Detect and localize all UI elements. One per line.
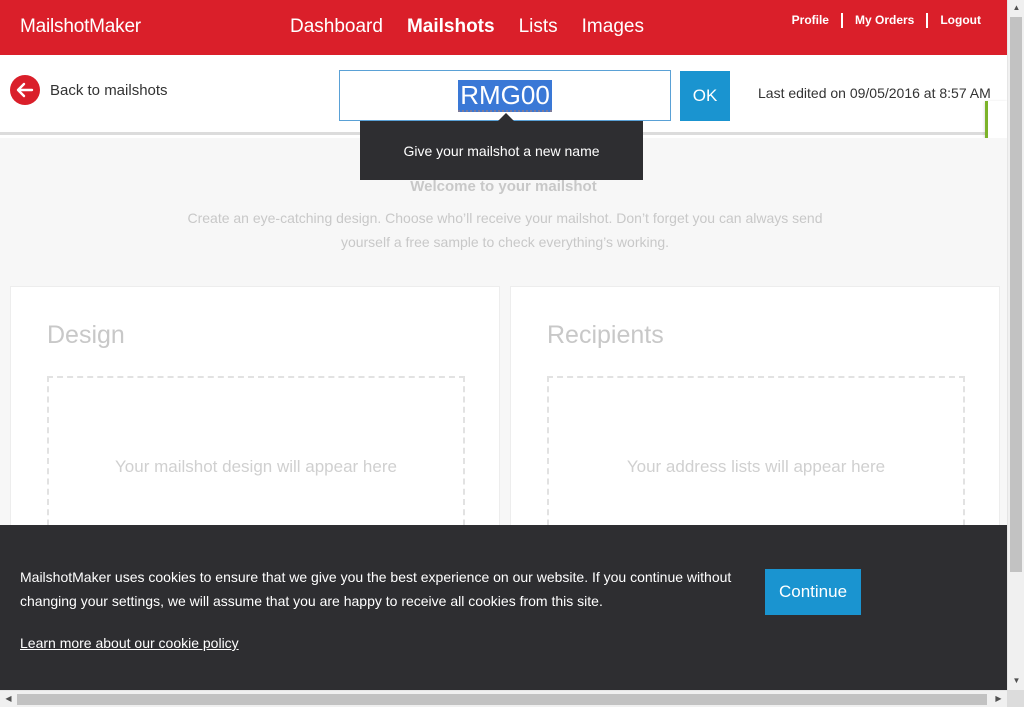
scroll-left-icon[interactable]: ◀: [0, 694, 17, 703]
horizontal-scroll-thumb[interactable]: [17, 694, 987, 705]
scroll-right-icon[interactable]: ▶: [990, 694, 1007, 703]
mailshot-name-value: RMG00: [458, 79, 552, 112]
recipients-placeholder: Your address lists will appear here: [626, 457, 886, 476]
horizontal-scrollbar[interactable]: ◀ ▶: [0, 690, 1007, 707]
main-nav: Dashboard Mailshots Lists Images: [290, 16, 644, 38]
intro-text: Create an eye-catching design. Choose wh…: [187, 210, 823, 250]
vertical-scroll-thumb[interactable]: [1010, 17, 1022, 572]
scrollbar-corner: [1007, 690, 1024, 707]
nav-dashboard[interactable]: Dashboard: [290, 16, 383, 38]
nav-lists[interactable]: Lists: [519, 16, 558, 38]
arrow-left-icon: [10, 75, 40, 105]
scroll-down-icon[interactable]: ▼: [1008, 676, 1024, 685]
my-orders-link[interactable]: My Orders: [840, 13, 926, 28]
profile-link[interactable]: Profile: [780, 13, 841, 28]
recipients-card[interactable]: Recipients Your address lists will appea…: [510, 286, 1000, 546]
cookie-text: MailshotMaker uses cookies to ensure tha…: [20, 569, 732, 609]
logo[interactable]: MailshotMaker: [20, 16, 141, 38]
cookie-policy-link[interactable]: Learn more about our cookie policy: [20, 635, 239, 651]
recipients-title: Recipients: [547, 321, 664, 349]
design-title: Design: [47, 321, 125, 349]
nav-images[interactable]: Images: [582, 16, 644, 38]
back-label: Back to mailshots: [50, 81, 168, 99]
design-placeholder: Your mailshot design will appear here: [115, 457, 397, 476]
recipients-dropzone[interactable]: Your address lists will appear here: [547, 376, 965, 546]
rename-tooltip: Give your mailshot a new name: [360, 113, 643, 180]
back-to-mailshots-link[interactable]: Back to mailshots: [10, 75, 168, 105]
design-dropzone[interactable]: Your mailshot design will appear here: [47, 376, 465, 546]
logout-link[interactable]: Logout: [926, 13, 981, 28]
cookie-banner: MailshotMaker uses cookies to ensure tha…: [0, 525, 1007, 690]
top-header: MailshotMaker Dashboard Mailshots Lists …: [0, 0, 1007, 55]
continue-button[interactable]: Continue: [765, 569, 861, 615]
welcome-heading: Welcome to your mailshot: [410, 178, 597, 195]
scroll-up-icon[interactable]: ▲: [1008, 3, 1024, 12]
vertical-scrollbar[interactable]: ▲ ▼: [1007, 0, 1024, 690]
last-edited-text: Last edited on 09/05/2016 at 8:57 AM: [758, 85, 991, 101]
user-nav: Profile My Orders Logout: [780, 13, 981, 28]
ok-button[interactable]: OK: [680, 71, 730, 121]
design-card[interactable]: Design Your mailshot design will appear …: [10, 286, 500, 546]
nav-mailshots[interactable]: Mailshots: [407, 16, 495, 38]
